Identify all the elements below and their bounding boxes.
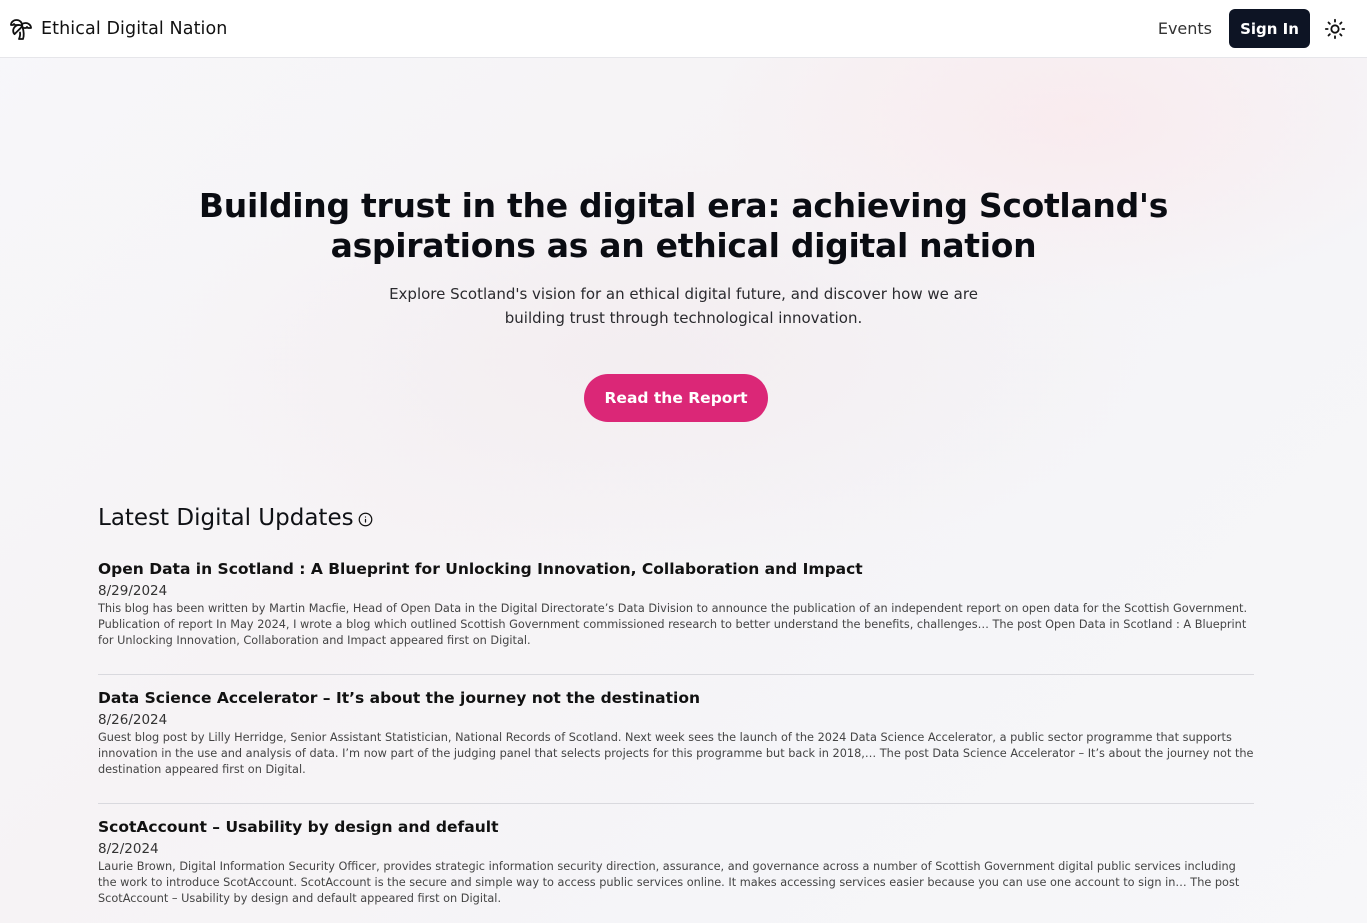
sun-icon[interactable]	[1324, 18, 1346, 40]
top-navbar: Ethical Digital Nation Events Sign In	[0, 0, 1367, 58]
post-title-link[interactable]: Open Data in Scotland : A Blueprint for …	[98, 559, 863, 579]
sign-in-button[interactable]: Sign In	[1229, 9, 1310, 48]
post-summary: This blog has been written by Martin Mac…	[98, 602, 1248, 647]
hero-title: Building trust in the digital era: achie…	[198, 186, 1169, 265]
post-title-link[interactable]: ScotAccount – Usability by design and de…	[98, 817, 499, 837]
update-post: ScotAccount – Usability by design and de…	[98, 817, 1254, 923]
post-summary: Laurie Brown, Digital Information Securi…	[98, 860, 1240, 905]
nav-events-link[interactable]: Events	[1158, 19, 1212, 38]
latest-updates-section: Latest Digital Updates Open Data in Scot…	[98, 500, 1254, 905]
update-post: Data Science Accelerator – It’s about th…	[98, 688, 1254, 804]
updates-heading-row: Latest Digital Updates	[98, 500, 1254, 536]
post-summary: Guest blog post by Lilly Herridge, Senio…	[98, 731, 1254, 776]
brand-link[interactable]: Ethical Digital Nation	[9, 17, 228, 41]
post-title-link[interactable]: Data Science Accelerator – It’s about th…	[98, 688, 700, 708]
update-post: Open Data in Scotland : A Blueprint for …	[98, 559, 1254, 675]
post-date: 8/29/2024	[98, 583, 168, 599]
palm-tree-icon	[9, 17, 33, 41]
hero-subtitle: Explore Scotland's vision for an ethical…	[389, 285, 978, 327]
main-nav: Events Sign In	[1158, 9, 1346, 48]
post-date: 8/2/2024	[98, 841, 159, 857]
updates-heading: Latest Digital Updates	[98, 505, 354, 531]
read-report-button[interactable]: Read the Report	[584, 374, 768, 422]
post-date: 8/26/2024	[98, 712, 168, 728]
info-icon[interactable]	[358, 512, 373, 527]
brand-name: Ethical Digital Nation	[41, 18, 228, 39]
